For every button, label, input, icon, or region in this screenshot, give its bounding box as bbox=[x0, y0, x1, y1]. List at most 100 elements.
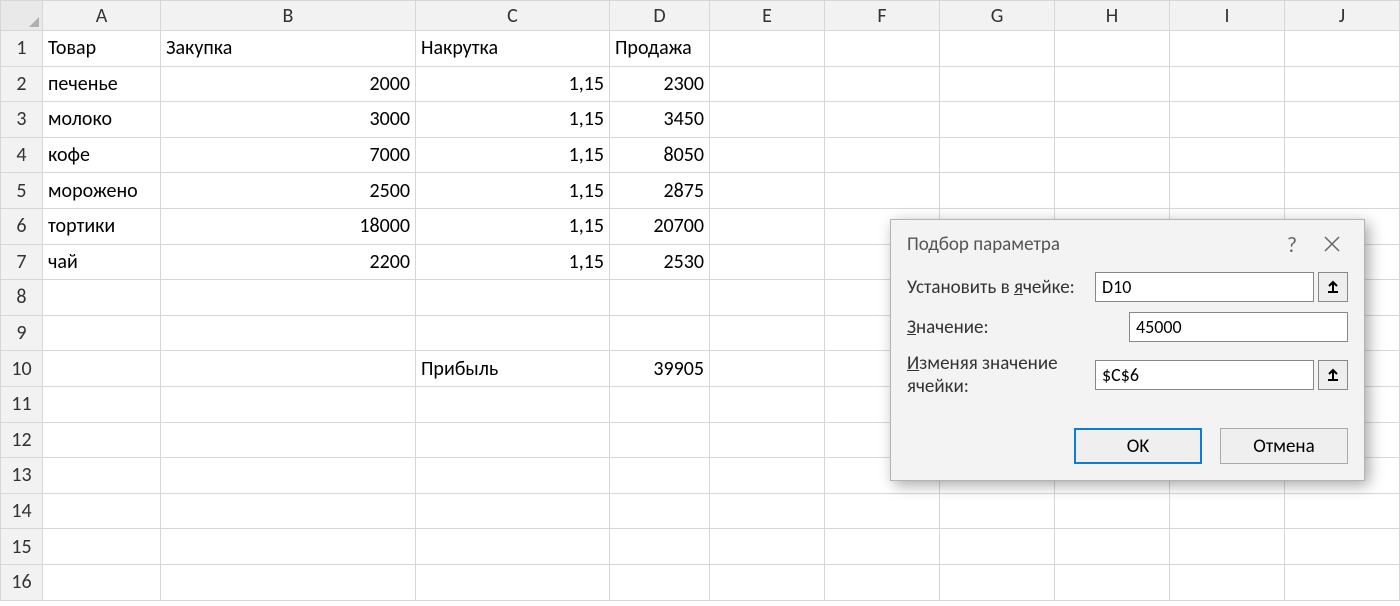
cell[interactable] bbox=[43, 529, 161, 565]
cell[interactable] bbox=[825, 529, 940, 565]
cell[interactable] bbox=[43, 351, 161, 387]
cell[interactable] bbox=[1170, 66, 1285, 102]
cell[interactable] bbox=[161, 315, 416, 351]
cell[interactable] bbox=[710, 31, 825, 67]
cell[interactable] bbox=[610, 529, 710, 565]
table-row[interactable]: 16 bbox=[1, 564, 1400, 600]
cell[interactable] bbox=[416, 315, 610, 351]
cell[interactable] bbox=[416, 422, 610, 458]
cell[interactable] bbox=[1170, 137, 1285, 173]
cell[interactable] bbox=[1285, 102, 1400, 138]
cell[interactable] bbox=[610, 458, 710, 494]
cell[interactable] bbox=[1170, 564, 1285, 600]
cell[interactable]: 1,15 bbox=[416, 137, 610, 173]
select-all-corner[interactable] bbox=[1, 1, 43, 31]
cell[interactable] bbox=[161, 529, 416, 565]
cell[interactable]: Закупка bbox=[161, 31, 416, 67]
row-header[interactable]: 11 bbox=[1, 386, 43, 422]
cell[interactable] bbox=[940, 493, 1055, 529]
cell[interactable] bbox=[416, 280, 610, 316]
cell[interactable] bbox=[940, 66, 1055, 102]
cell[interactable] bbox=[1055, 173, 1170, 209]
cell[interactable] bbox=[710, 173, 825, 209]
cell[interactable]: 1,15 bbox=[416, 208, 610, 244]
cell[interactable]: 2300 bbox=[610, 66, 710, 102]
cell[interactable]: 2530 bbox=[610, 244, 710, 280]
cell[interactable] bbox=[610, 280, 710, 316]
table-row[interactable]: 5 морожено 2500 1,15 2875 bbox=[1, 173, 1400, 209]
cell[interactable]: 8050 bbox=[610, 137, 710, 173]
cell[interactable] bbox=[710, 351, 825, 387]
cell[interactable] bbox=[710, 102, 825, 138]
cell[interactable] bbox=[710, 493, 825, 529]
collapse-dialog-icon[interactable] bbox=[1318, 360, 1348, 390]
cell[interactable] bbox=[1055, 66, 1170, 102]
cell[interactable]: 2200 bbox=[161, 244, 416, 280]
cell[interactable] bbox=[825, 102, 940, 138]
table-row[interactable]: 1 Товар Закупка Накрутка Продажа bbox=[1, 31, 1400, 67]
cell[interactable] bbox=[940, 31, 1055, 67]
table-row[interactable]: 15 bbox=[1, 529, 1400, 565]
cell[interactable] bbox=[43, 564, 161, 600]
cell[interactable] bbox=[710, 386, 825, 422]
cell[interactable] bbox=[1285, 529, 1400, 565]
cell[interactable] bbox=[161, 458, 416, 494]
cell[interactable]: 1,15 bbox=[416, 244, 610, 280]
row-header[interactable]: 5 bbox=[1, 173, 43, 209]
cell[interactable] bbox=[1055, 102, 1170, 138]
cell[interactable]: молоко bbox=[43, 102, 161, 138]
col-header[interactable]: H bbox=[1055, 1, 1170, 31]
cell[interactable] bbox=[610, 493, 710, 529]
cell[interactable]: 2500 bbox=[161, 173, 416, 209]
cell[interactable] bbox=[161, 422, 416, 458]
cell[interactable] bbox=[1170, 173, 1285, 209]
column-header-row[interactable]: A B C D E F G H I J bbox=[1, 1, 1400, 31]
table-row[interactable]: 4 кофе 7000 1,15 8050 bbox=[1, 137, 1400, 173]
row-header[interactable]: 8 bbox=[1, 280, 43, 316]
col-header[interactable]: J bbox=[1285, 1, 1400, 31]
cell[interactable] bbox=[710, 208, 825, 244]
cell[interactable] bbox=[416, 529, 610, 565]
cell[interactable] bbox=[43, 280, 161, 316]
row-header[interactable]: 16 bbox=[1, 564, 43, 600]
collapse-dialog-icon[interactable] bbox=[1318, 272, 1348, 302]
cell[interactable]: морожено bbox=[43, 173, 161, 209]
cell[interactable] bbox=[710, 280, 825, 316]
cell[interactable] bbox=[1285, 137, 1400, 173]
to-value-input[interactable] bbox=[1129, 312, 1348, 342]
cell[interactable] bbox=[610, 422, 710, 458]
cell[interactable] bbox=[43, 493, 161, 529]
by-changing-input[interactable] bbox=[1095, 360, 1314, 390]
col-header[interactable]: C bbox=[416, 1, 610, 31]
cell[interactable] bbox=[710, 458, 825, 494]
col-header[interactable]: B bbox=[161, 1, 416, 31]
cell[interactable] bbox=[1285, 66, 1400, 102]
row-header[interactable]: 9 bbox=[1, 315, 43, 351]
row-header[interactable]: 7 bbox=[1, 244, 43, 280]
cell[interactable]: Прибыль bbox=[416, 351, 610, 387]
cell[interactable] bbox=[1170, 31, 1285, 67]
cell[interactable] bbox=[161, 386, 416, 422]
row-header[interactable]: 6 bbox=[1, 208, 43, 244]
cell[interactable] bbox=[610, 315, 710, 351]
cell[interactable] bbox=[825, 564, 940, 600]
cell[interactable] bbox=[1285, 493, 1400, 529]
row-header[interactable]: 2 bbox=[1, 66, 43, 102]
ok-button[interactable]: OK bbox=[1074, 428, 1202, 464]
cell[interactable]: кофе bbox=[43, 137, 161, 173]
cell[interactable]: Продажа bbox=[610, 31, 710, 67]
cell[interactable] bbox=[416, 564, 610, 600]
cell[interactable]: 2875 bbox=[610, 173, 710, 209]
cell[interactable] bbox=[1055, 564, 1170, 600]
set-cell-input[interactable] bbox=[1095, 272, 1314, 302]
cell[interactable] bbox=[710, 422, 825, 458]
help-icon[interactable]: ? bbox=[1272, 224, 1312, 264]
row-header[interactable]: 14 bbox=[1, 493, 43, 529]
row-header[interactable]: 12 bbox=[1, 422, 43, 458]
cell[interactable] bbox=[1170, 529, 1285, 565]
row-header[interactable]: 15 bbox=[1, 529, 43, 565]
cell[interactable] bbox=[43, 458, 161, 494]
cell[interactable] bbox=[1170, 493, 1285, 529]
cell[interactable]: 3000 bbox=[161, 102, 416, 138]
row-header[interactable]: 13 bbox=[1, 458, 43, 494]
